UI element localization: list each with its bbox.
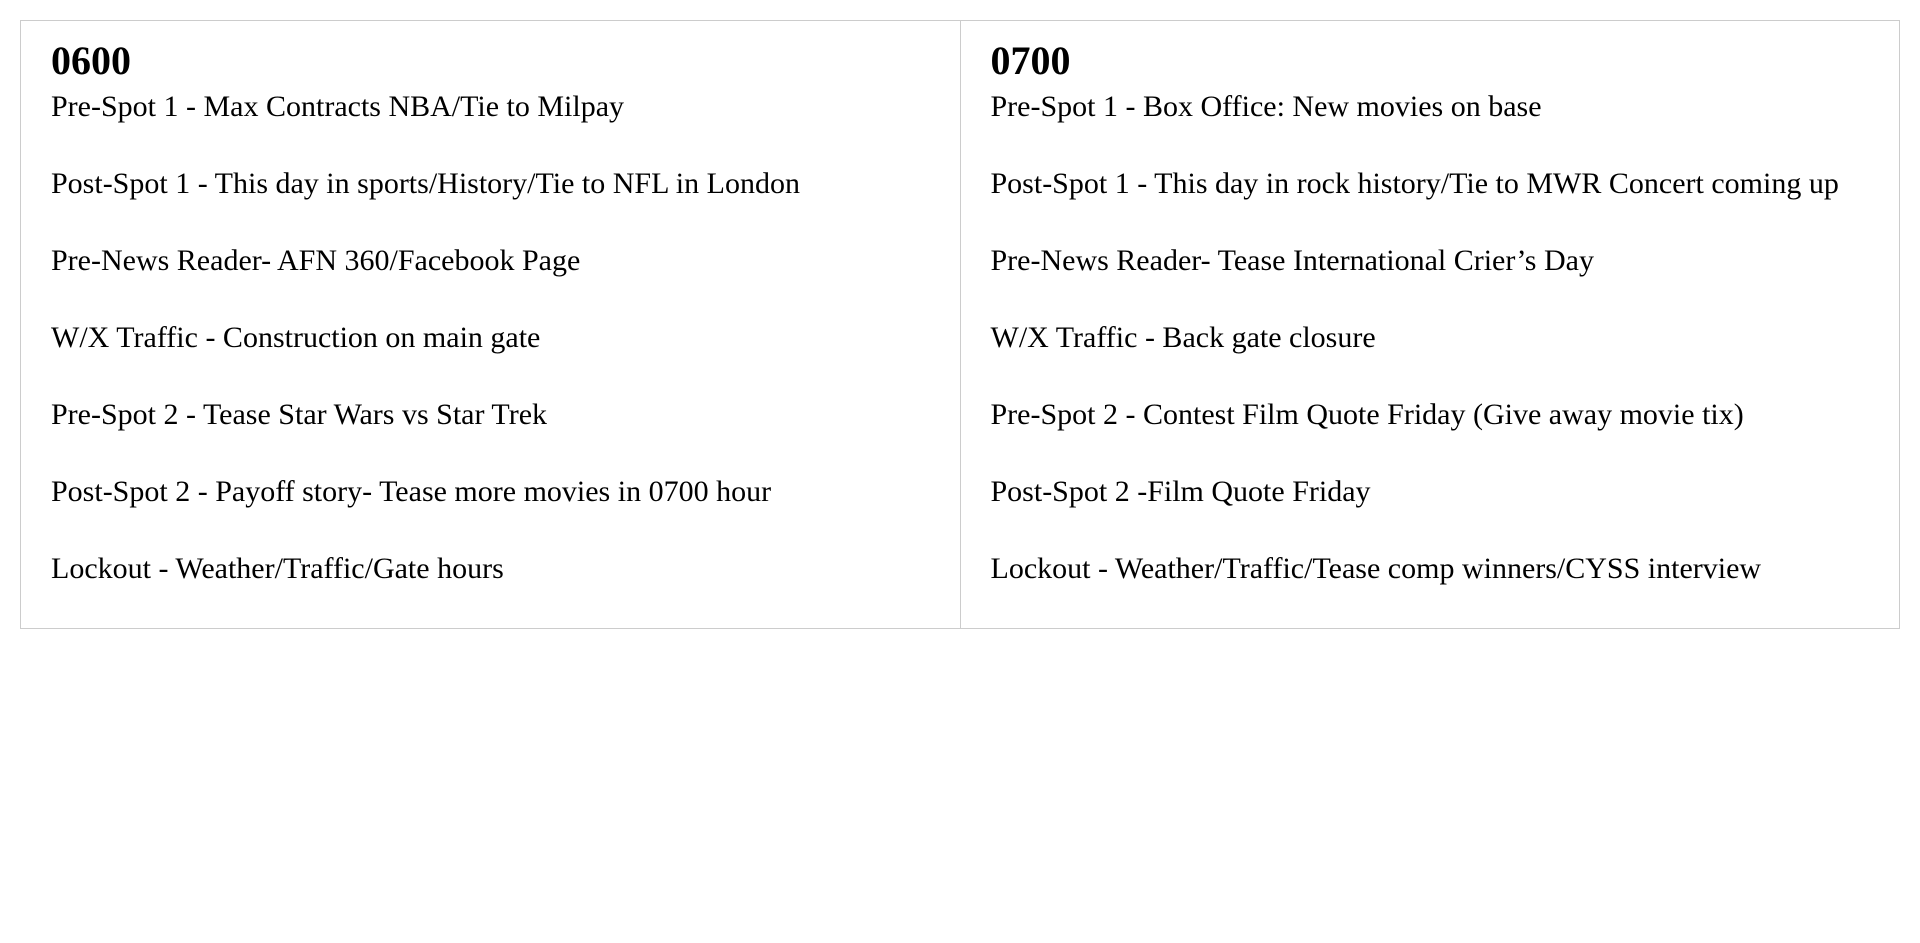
schedule-column-0600: 0600 Pre-Spot 1 - Max Contracts NBA/Tie … [21, 21, 961, 628]
schedule-entry: Pre-News Reader- Tease International Cri… [991, 241, 1870, 280]
schedule-entry: Pre-Spot 2 - Tease Star Wars vs Star Tre… [51, 395, 930, 434]
schedule-entry: Pre-News Reader- AFN 360/Facebook Page [51, 241, 930, 280]
schedule-entry: Post-Spot 1 - This day in sports/History… [51, 164, 930, 203]
schedule-entry: Post-Spot 2 - Payoff story- Tease more m… [51, 472, 930, 511]
schedule-entry: Pre-Spot 1 - Box Office: New movies on b… [991, 87, 1870, 126]
schedule-entry: Pre-Spot 2 - Contest Film Quote Friday (… [991, 395, 1870, 434]
schedule-entry: Lockout - Weather/Traffic/Gate hours [51, 549, 930, 588]
schedule-entry: Lockout - Weather/Traffic/Tease comp win… [991, 549, 1870, 588]
schedule-entry: Pre-Spot 1 - Max Contracts NBA/Tie to Mi… [51, 87, 930, 126]
schedule-entry: W/X Traffic - Construction on main gate [51, 318, 930, 357]
schedule-column-0700: 0700 Pre-Spot 1 - Box Office: New movies… [961, 21, 1900, 628]
time-heading: 0600 [51, 41, 930, 81]
schedule-entry: Post-Spot 2 -Film Quote Friday [991, 472, 1870, 511]
schedule-entry: W/X Traffic - Back gate closure [991, 318, 1870, 357]
schedule-container: 0600 Pre-Spot 1 - Max Contracts NBA/Tie … [20, 20, 1900, 629]
schedule-entry: Post-Spot 1 - This day in rock history/T… [991, 164, 1870, 203]
time-heading: 0700 [991, 41, 1870, 81]
